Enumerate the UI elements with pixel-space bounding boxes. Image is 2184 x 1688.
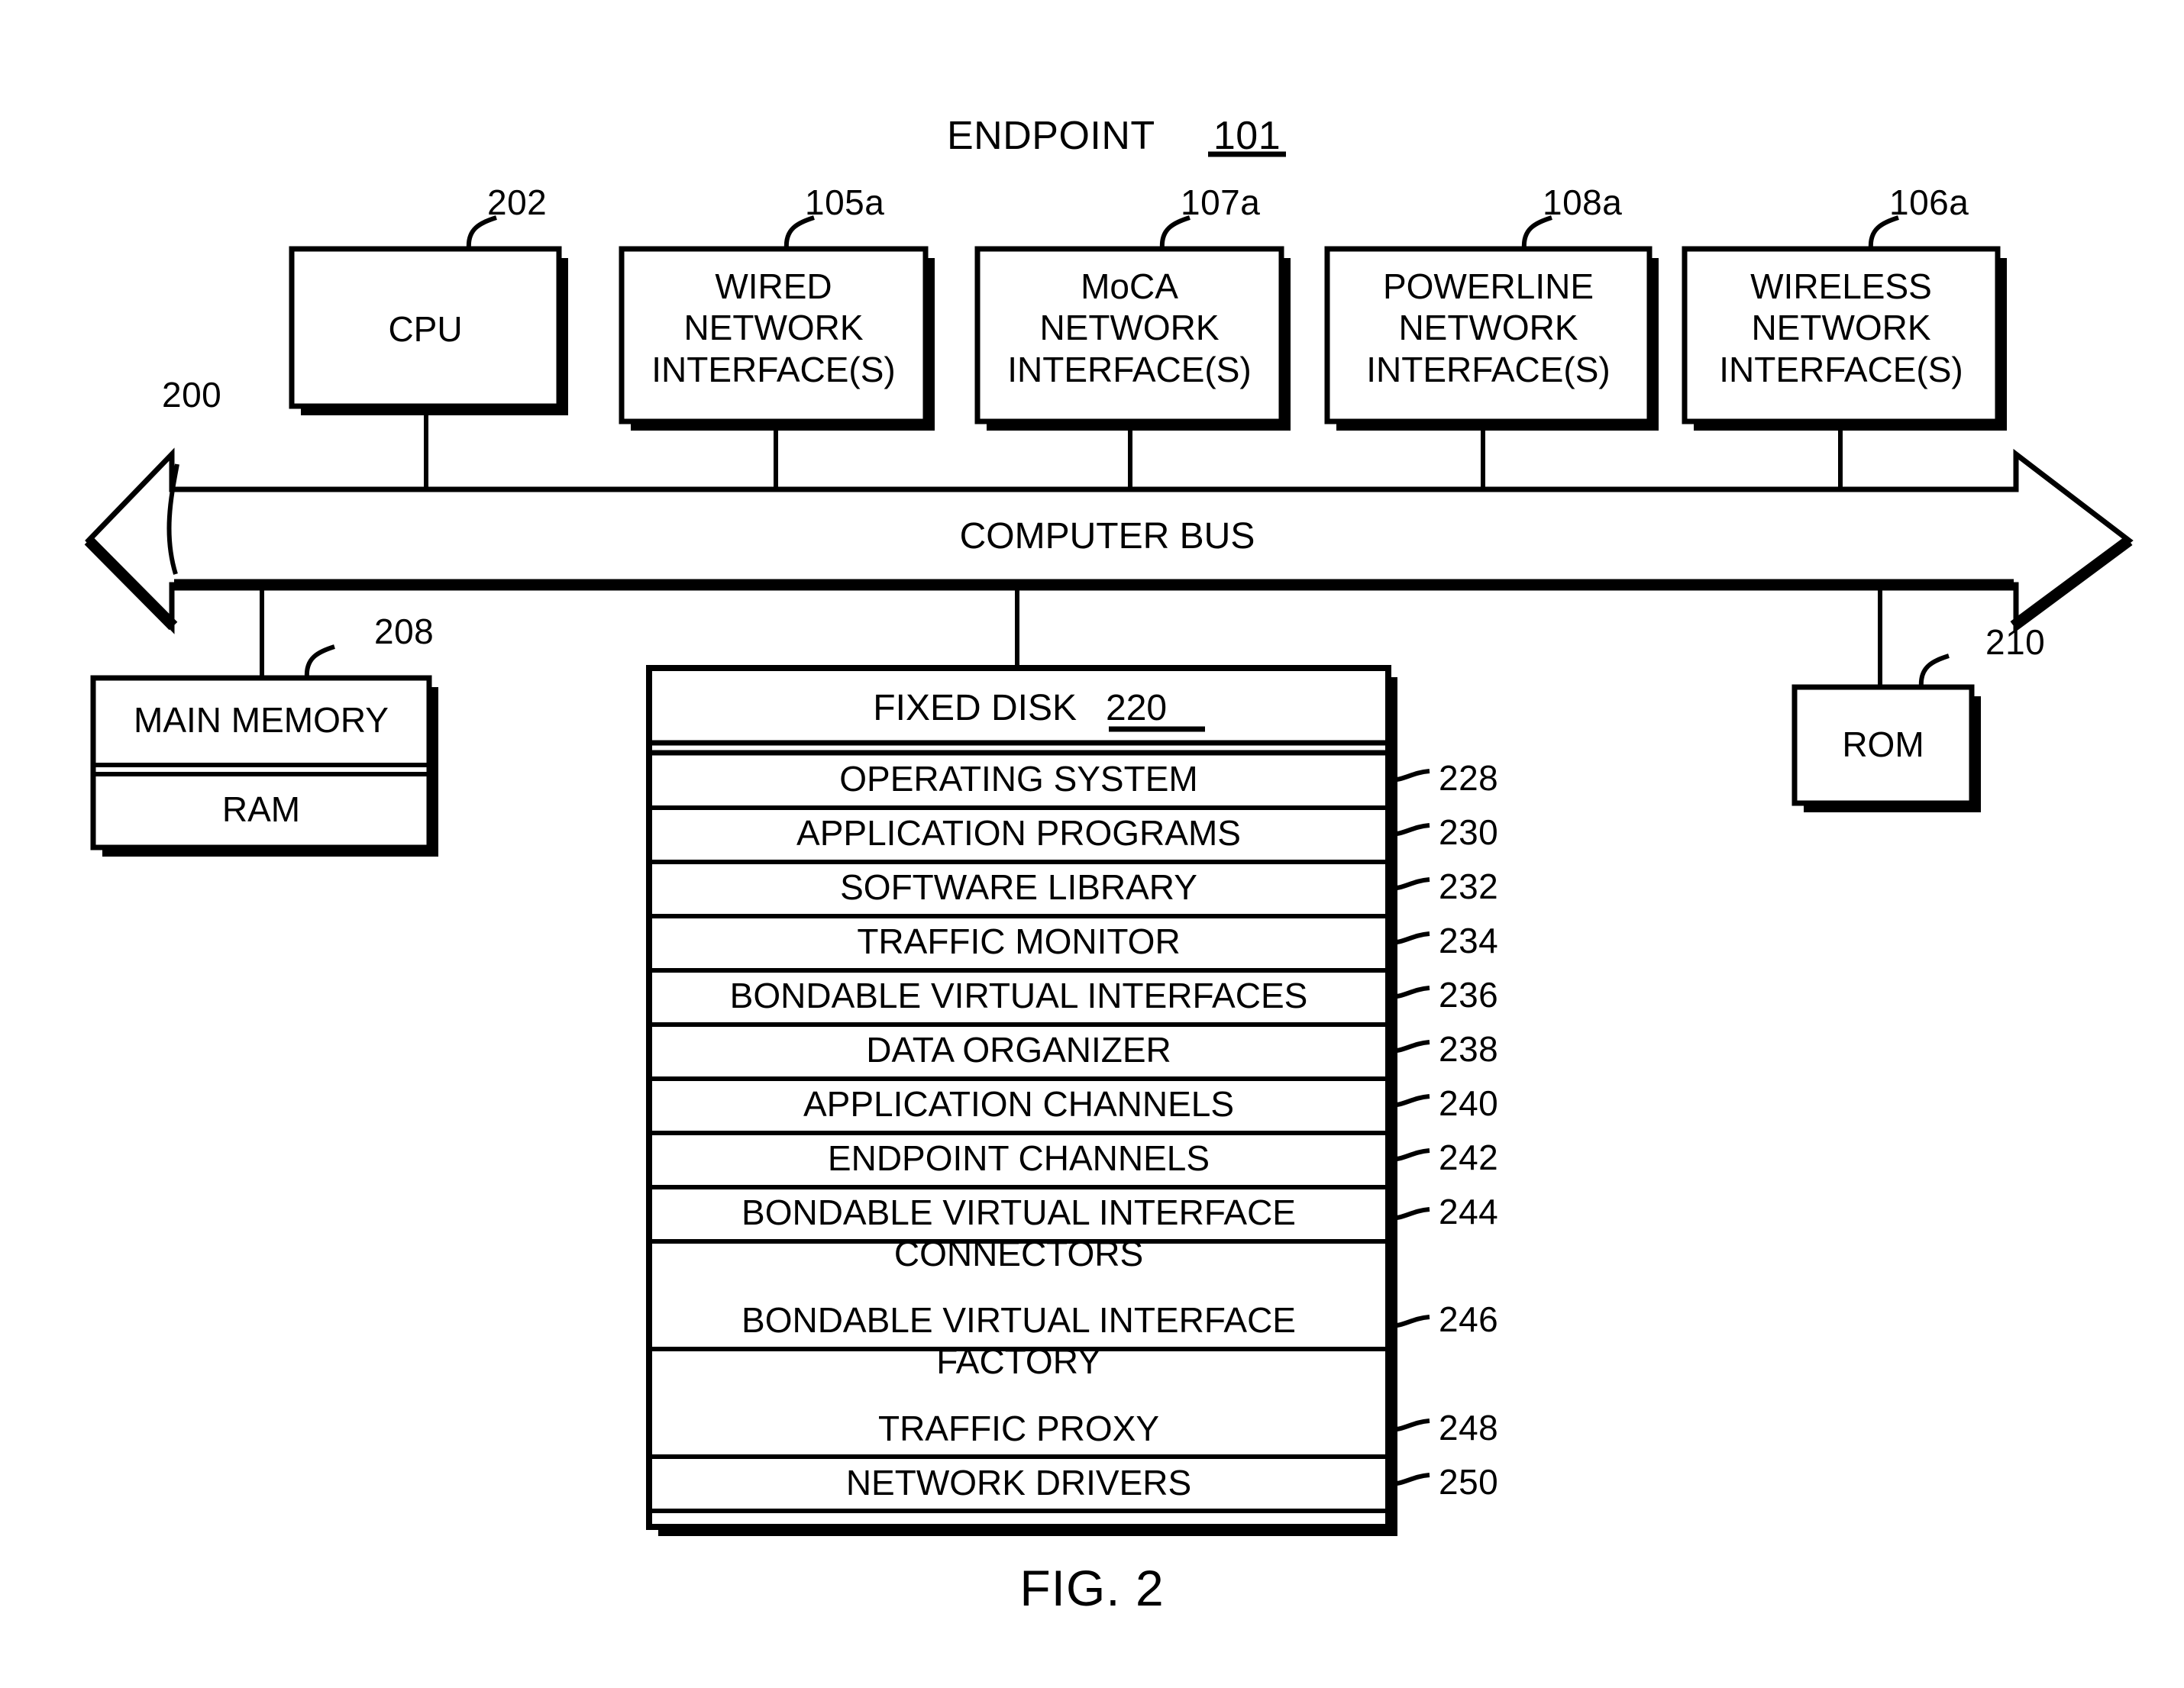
fixed-disk-row-label: BONDABLE VIRTUAL INTERFACES: [729, 976, 1308, 1015]
fixed-disk-row-label: BONDABLE VIRTUAL INTERFACE FACTORY: [741, 1300, 1296, 1382]
wired-network-interface-label: WIRED NETWORK INTERFACE(S): [651, 266, 896, 389]
ref-number-242: 242: [1439, 1138, 1499, 1177]
main-memory-label: MAIN MEMORY: [134, 700, 389, 740]
ref-number-246: 246: [1439, 1299, 1499, 1339]
fixed-disk-row-label: ENDPOINT CHANNELS: [827, 1138, 1210, 1178]
fixed-disk-row-label: OPERATING SYSTEM: [839, 759, 1198, 799]
ref-number-232: 232: [1439, 867, 1499, 906]
ref-number-208: 208: [374, 612, 435, 651]
fixed-disk-title: FIXED DISK: [873, 688, 1077, 728]
patent-figure-2: ENDPOINT 101 202 105a 107a 108a 106a CPU…: [0, 0, 2184, 1688]
ref-number-234: 234: [1439, 921, 1499, 960]
figure-title: ENDPOINT: [947, 114, 1155, 158]
ref-number-106a: 106a: [1889, 182, 1969, 222]
computer-bus-label: COMPUTER BUS: [959, 516, 1255, 557]
cpu-box-label: CPU: [388, 309, 463, 349]
rom-label: ROM: [1842, 725, 1924, 764]
ref-number-240: 240: [1439, 1083, 1499, 1123]
fixed-disk-row-label: NETWORK DRIVERS: [845, 1463, 1192, 1502]
ref-number-230: 230: [1439, 812, 1499, 852]
ref-number-200: 200: [162, 375, 222, 415]
fixed-disk-title-ref: 220: [1106, 688, 1168, 728]
figure-title-ref: 101: [1213, 114, 1281, 158]
fixed-disk-row-label: TRAFFIC MONITOR: [857, 921, 1181, 961]
ref-number-210: 210: [1985, 622, 2046, 662]
ref-number-108a: 108a: [1543, 182, 1623, 222]
ref-number-107a: 107a: [1181, 182, 1261, 222]
ref-number-244: 244: [1439, 1192, 1499, 1231]
leader-208: [304, 644, 335, 679]
fixed-disk-row-label: DATA ORGANIZER: [866, 1030, 1171, 1070]
fixed-disk-row-label: SOFTWARE LIBRARY: [840, 867, 1197, 907]
moca-network-interface-label: MoCA NETWORK INTERFACE(S): [1007, 266, 1252, 389]
ref-number-250: 250: [1439, 1462, 1499, 1502]
wireless-network-interface-label: WIRELESS NETWORK INTERFACE(S): [1719, 266, 1963, 389]
ref-number-228: 228: [1439, 758, 1499, 798]
ram-label: RAM: [221, 789, 301, 829]
ref-number-202: 202: [487, 182, 548, 222]
ref-number-248: 248: [1439, 1408, 1499, 1448]
ref-number-238: 238: [1439, 1029, 1499, 1069]
leader-210: [1918, 654, 1950, 688]
fixed-disk-row-label: BONDABLE VIRTUAL INTERFACE CONNECTORS: [741, 1193, 1296, 1274]
ref-number-105a: 105a: [805, 182, 885, 222]
fixed-disk-row-label: APPLICATION CHANNELS: [803, 1084, 1235, 1124]
fixed-disk-row-label: TRAFFIC PROXY: [877, 1409, 1160, 1448]
ref-number-236: 236: [1439, 975, 1499, 1015]
powerline-network-interface-label: POWERLINE NETWORK INTERFACE(S): [1366, 266, 1611, 389]
figure-caption: FIG. 2: [1019, 1560, 1165, 1616]
fixed-disk-row-label: APPLICATION PROGRAMS: [796, 813, 1241, 853]
